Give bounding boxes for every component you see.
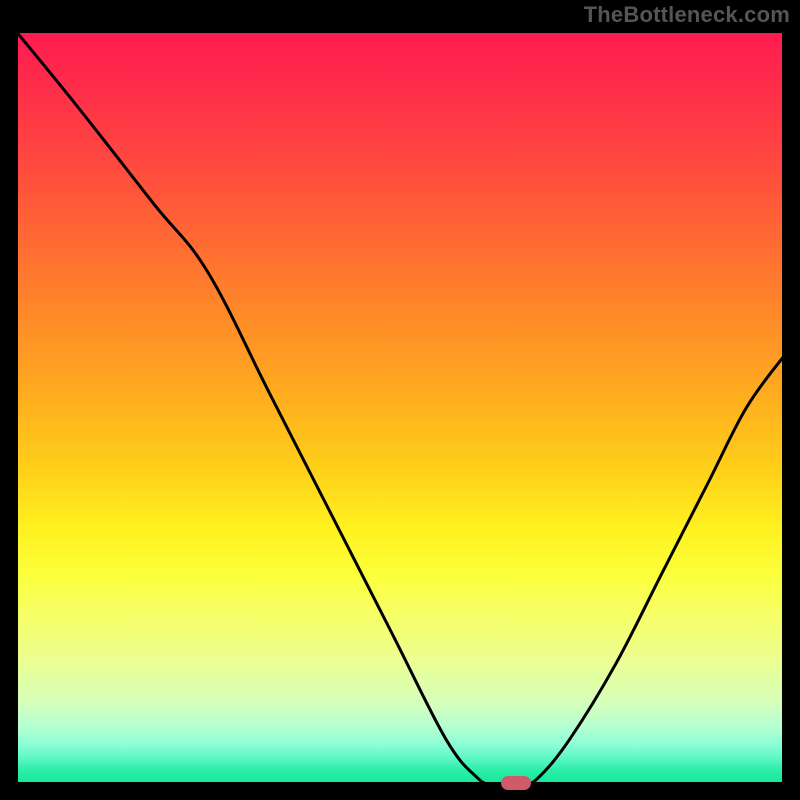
chart-plot-area — [15, 30, 785, 785]
optimal-point-marker — [501, 776, 531, 790]
watermark-text: TheBottleneck.com — [584, 2, 790, 28]
chart-gradient-background — [15, 30, 785, 785]
chart-x-axis — [15, 782, 785, 785]
